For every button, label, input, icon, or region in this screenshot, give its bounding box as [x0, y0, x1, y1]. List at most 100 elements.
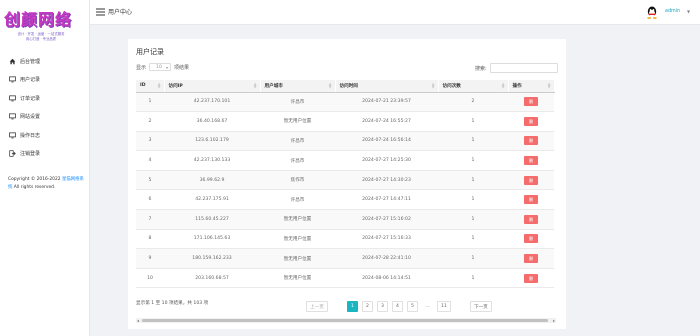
- cell-visits: 1: [438, 170, 508, 191]
- pagination-page-5[interactable]: 5: [407, 301, 418, 312]
- sort-icon: ▲ ▼: [253, 82, 257, 89]
- sidebar-item-operation-logs[interactable]: 操作日志: [0, 126, 90, 145]
- cell-visits: 1: [438, 150, 508, 171]
- scroll-right-icon[interactable]: ▸: [553, 318, 555, 323]
- avatar[interactable]: [646, 6, 658, 19]
- cell-id: 3: [136, 131, 164, 152]
- delete-button[interactable]: 删: [524, 273, 538, 283]
- cell-action: 删: [508, 150, 554, 171]
- cell-time: 2024-07-24 16:56:14: [335, 131, 438, 152]
- cell-ip: 36.99.62.9: [164, 170, 260, 191]
- logo-subtitle-2: 用心打造 · 专业品质: [25, 37, 57, 41]
- table-row: 9 180.159.162.233 暂无用户位置 2024-07-28 22:4…: [136, 248, 554, 269]
- delete-button[interactable]: 删: [524, 116, 538, 126]
- pagination-page-1[interactable]: 1: [347, 301, 358, 312]
- delete-button[interactable]: 删: [524, 156, 538, 166]
- horizontal-scrollbar[interactable]: ◂ ▸: [136, 318, 556, 323]
- monitor-icon: [8, 76, 16, 84]
- delete-button[interactable]: 删: [524, 97, 538, 107]
- sort-icon: ▲ ▼: [157, 82, 161, 89]
- pagination-ellipsis: …: [425, 304, 430, 309]
- column-header-action[interactable]: 操作 ▲ ▼: [508, 80, 555, 93]
- sidebar-nav: 后台管理 用户记录 订单记录 网站设置 操作日志 注销登录: [0, 52, 90, 163]
- table-row: 8 171.106.145.63 暂无用户位置 2024-07-27 15:16…: [136, 229, 554, 250]
- column-header-visits[interactable]: 访问次数 ▲ ▼: [438, 80, 509, 93]
- scrollbar-thumb[interactable]: [142, 319, 548, 322]
- cell-city: 暂无用户位置: [260, 268, 335, 289]
- table-search: 搜索:: [475, 63, 558, 73]
- sidebar-item-dashboard[interactable]: 后台管理: [0, 52, 90, 71]
- cell-id: 5: [136, 170, 164, 191]
- scroll-left-icon[interactable]: ◂: [137, 318, 139, 323]
- cell-time: 2024-07-24 16:55:27: [335, 111, 438, 132]
- user-menu[interactable]: admin: [665, 9, 680, 14]
- cell-city: 暂无用户位置: [260, 248, 335, 269]
- chevron-down-icon: ▾: [166, 65, 169, 70]
- cell-visits: 1: [438, 189, 508, 211]
- home-icon: [8, 57, 16, 65]
- pagination-next[interactable]: 下一页: [469, 301, 492, 312]
- pagination-page-3[interactable]: 3: [377, 301, 388, 312]
- delete-button[interactable]: 删: [524, 175, 538, 185]
- copyright-prefix: Copyright © 2016-2022: [8, 177, 62, 182]
- cell-ip: 115.60.45.227: [164, 209, 260, 230]
- sidebar-item-user-records[interactable]: 用户记录: [0, 71, 90, 90]
- pagination-spacer: [455, 301, 466, 312]
- records-table: ID ▲ ▼ 访问IP ▲ ▼ 用户城市 ▲ ▼ 访问时间 ▲ ▼ 访问次数 ▲ ▼ 操作 ▲ ▼ 1 …: [136, 80, 555, 289]
- delete-button[interactable]: 删: [524, 195, 538, 205]
- table-row: 5 36.99.62.9 焦作市 2024-07-27 14:30:23 1 删: [136, 170, 554, 191]
- cell-visits: 2: [438, 92, 508, 113]
- column-header-time[interactable]: 访问时间 ▲ ▼: [335, 80, 439, 93]
- logo-title: 创颜网络: [4, 10, 73, 29]
- cell-visits: 1: [438, 131, 508, 152]
- sidebar-item-site-settings[interactable]: 网站设置: [0, 108, 90, 127]
- cell-ip: 203.160.68.57: [164, 268, 260, 289]
- chevron-down-icon[interactable]: ▼: [687, 9, 690, 14]
- sidebar-item-logout[interactable]: 注销登录: [0, 145, 90, 164]
- cell-action: 删: [508, 268, 554, 289]
- sidebar-item-label: 后台管理: [20, 58, 41, 65]
- cell-visits: 1: [438, 209, 508, 230]
- brand-logo[interactable]: 创颜网络 设计 · 开发 · 运营 · 一站式服务 用心打造 · 专业品质: [4, 6, 78, 50]
- search-label: 搜索:: [475, 65, 487, 72]
- cell-city: 许昌市: [260, 189, 335, 211]
- table-row: 4 42.237.130.133 许昌市 2024-07-27 14:25:30…: [136, 150, 554, 171]
- card-title: 用户记录: [136, 48, 164, 56]
- hamburger-menu-icon[interactable]: [96, 8, 105, 16]
- pagination-prev[interactable]: 上一页: [306, 301, 328, 312]
- cell-city: 暂无用户位置: [260, 209, 335, 230]
- cell-action: 删: [508, 229, 554, 250]
- column-header-ip[interactable]: 访问IP ▲ ▼: [164, 80, 261, 93]
- cell-id: 1: [136, 92, 164, 113]
- sort-icon: ▲ ▼: [501, 82, 505, 89]
- monitor-icon: [8, 131, 16, 139]
- pagination: 上一页 1 2 3 4 5 … 11 下一页: [306, 301, 496, 312]
- sidebar-item-label: 注销登录: [20, 151, 41, 158]
- cell-action: 删: [508, 111, 554, 132]
- search-input[interactable]: [489, 63, 558, 73]
- delete-button[interactable]: 删: [524, 214, 538, 224]
- column-header-id[interactable]: ID ▲ ▼: [136, 80, 165, 93]
- cell-ip: 42.237.170.101: [164, 92, 260, 113]
- sidebar-item-label: 订单记录: [20, 95, 41, 102]
- user-records-card: 用户记录 显示 10 ▾ 项结果 搜索: ID ▲ ▼ 访问IP ▲ ▼ 用户城市 ▲ ▼ …: [128, 39, 566, 329]
- page-length-select[interactable]: 10 ▾: [149, 63, 172, 71]
- cell-id: 2: [136, 111, 164, 132]
- topbar: 用户中心 admin ▼: [90, 0, 700, 25]
- pagination-page-4[interactable]: 4: [392, 301, 403, 312]
- table-body: 1 42.237.170.101 许昌市 2024-07-21 23:39:57…: [136, 92, 554, 289]
- cell-city: 许昌市: [260, 150, 335, 171]
- page-length-control: 显示 10 ▾ 项结果: [136, 63, 189, 71]
- cell-id: 8: [136, 229, 164, 250]
- cell-city: 许昌市: [260, 92, 335, 113]
- column-header-city[interactable]: 用户城市 ▲ ▼: [260, 80, 336, 93]
- pagination-page-2[interactable]: 2: [362, 301, 373, 312]
- copyright-suffix: All rights reserved.: [12, 184, 56, 190]
- sidebar-item-order-records[interactable]: 订单记录: [0, 89, 90, 108]
- pagination-page-last[interactable]: 11: [437, 301, 451, 312]
- cell-action: 删: [508, 170, 554, 191]
- delete-button[interactable]: 删: [524, 254, 538, 264]
- cell-id: 4: [136, 150, 164, 171]
- delete-button[interactable]: 删: [524, 234, 538, 244]
- delete-button[interactable]: 删: [524, 136, 538, 146]
